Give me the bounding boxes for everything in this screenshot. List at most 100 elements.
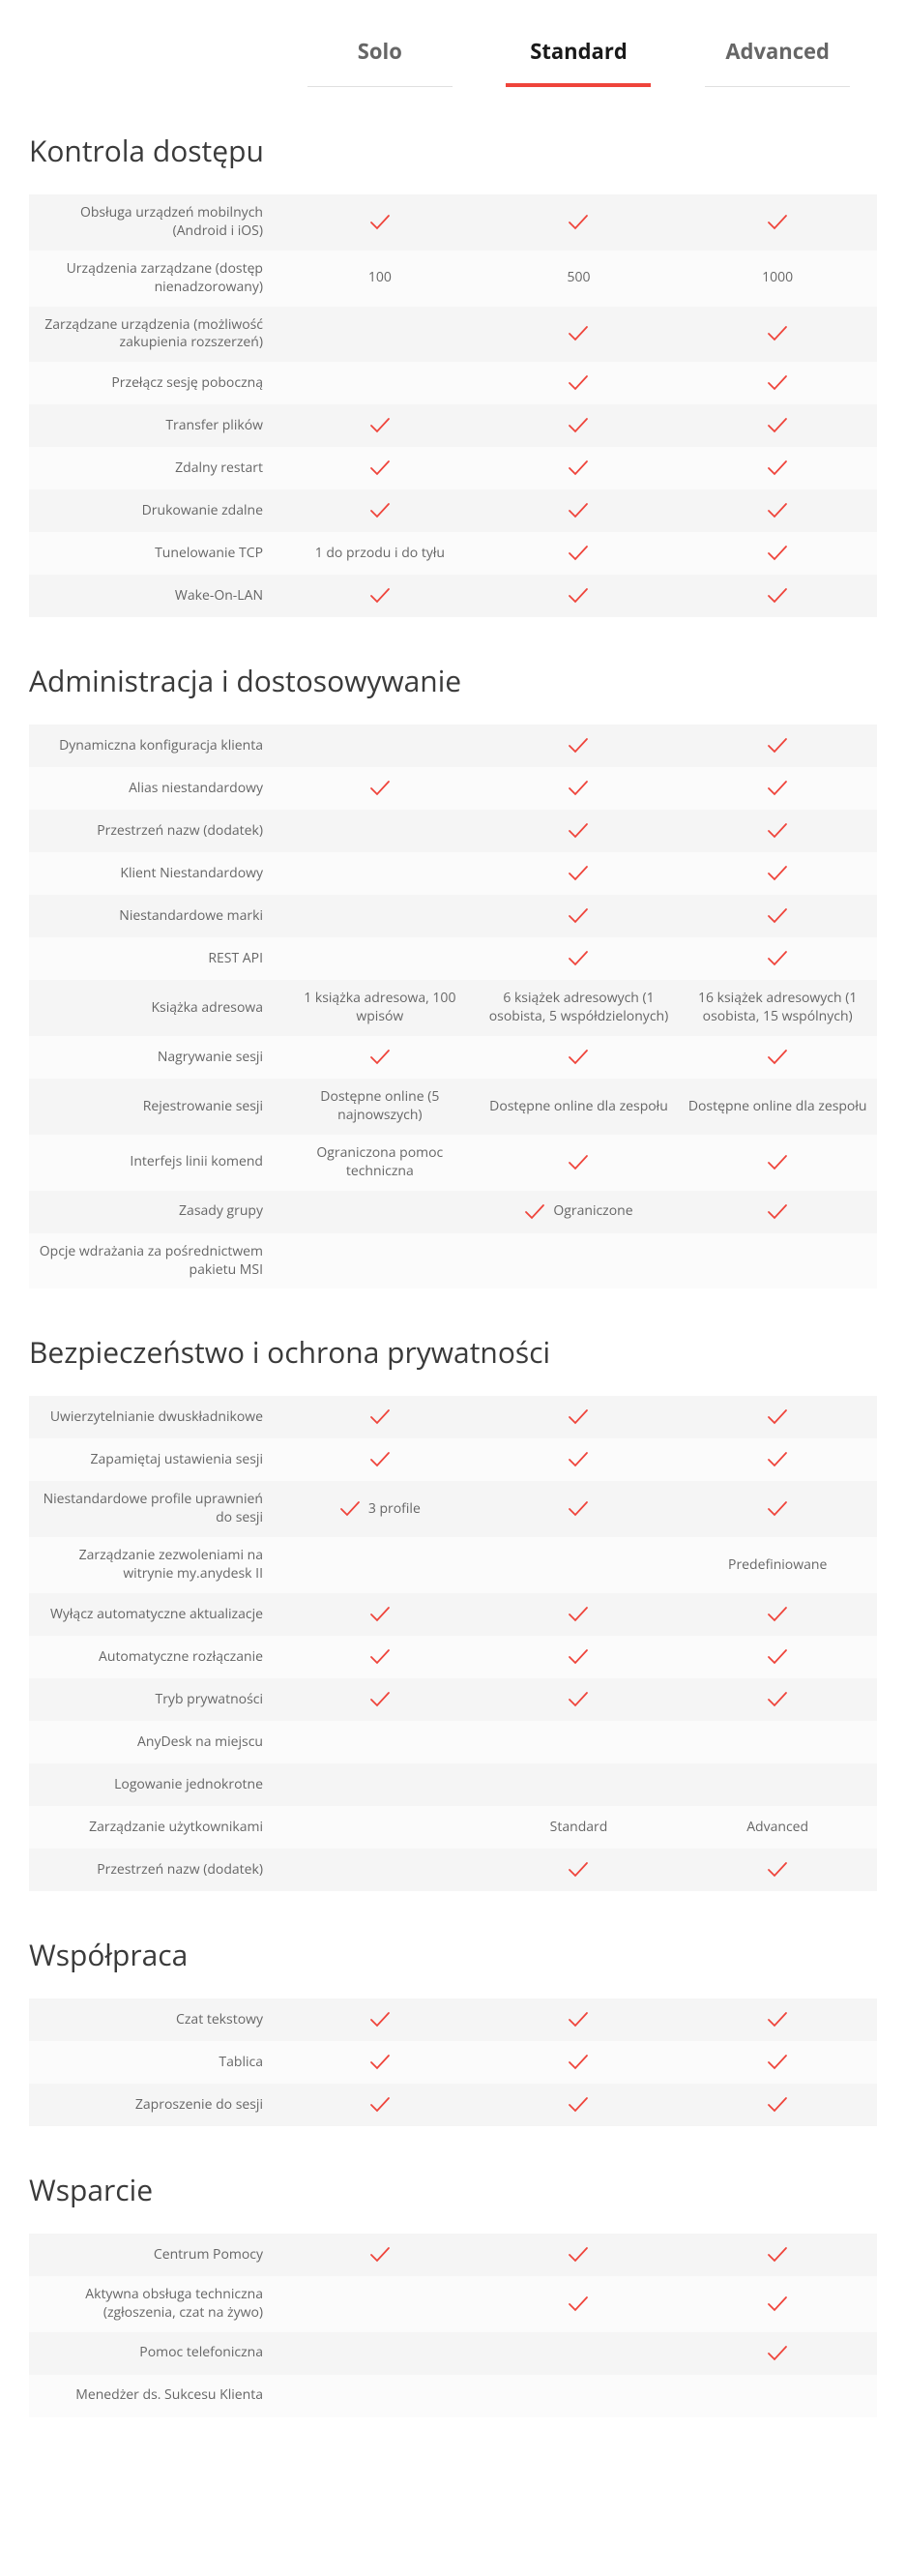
feature-label: Opcje wdrażania za pośrednictwem pakietu… (29, 1233, 280, 1289)
feature-row: Automatyczne rozłączanie (29, 1636, 877, 1678)
check-icon (369, 1691, 391, 1708)
feature-label: Interfejs linii komend (29, 1143, 280, 1181)
check-icon (568, 1408, 589, 1426)
feature-cell (678, 1039, 877, 1076)
check-icon (568, 1451, 589, 1468)
check-icon (369, 2096, 391, 2114)
check-icon (568, 2295, 589, 2313)
check-icon (568, 545, 589, 562)
check-icon (369, 1648, 391, 1666)
feature-cell (280, 2236, 480, 2273)
feature-cell (678, 204, 877, 241)
feature-cell (280, 906, 480, 926)
check-icon (568, 822, 589, 840)
check-icon (369, 1049, 391, 1066)
feature-row: Uwierzytelnianie dwuskładnikowe (29, 1396, 877, 1438)
feature-cell (480, 1252, 679, 1271)
feature-cell-text: 1 książka adresowa, 100 wpisów (286, 990, 474, 1026)
feature-row: Aktywna obsługa techniczna (zgłoszenia, … (29, 2276, 877, 2332)
feature-row: Drukowanie zdalne (29, 489, 877, 532)
feature-label: Zdalny restart (29, 450, 280, 488)
feature-cell (678, 1144, 877, 1181)
section-title: Wsparcie (29, 2170, 877, 2209)
check-icon (767, 374, 788, 392)
feature-cell (280, 492, 480, 529)
feature-cell-text: 1 do przodu i do tyłu (315, 545, 445, 563)
feature-row: Tunelowanie TCP 1 do przodu i do tyłu (29, 532, 877, 575)
feature-label: Alias niestandardowy (29, 770, 280, 808)
feature-cell (280, 1399, 480, 1436)
feature-cell (678, 2386, 877, 2406)
check-icon (767, 2054, 788, 2071)
feature-cell: Dostępne online (5 najnowszych) (280, 1079, 480, 1135)
tab-advanced[interactable]: Advanced (678, 19, 877, 87)
feature-cell (280, 373, 480, 393)
feature-label: Obsługa urządzeń mobilnych (Android i iO… (29, 194, 280, 251)
check-icon (767, 417, 788, 434)
feature-row: Interfejs linii komendOgraniczona pomoc … (29, 1135, 877, 1191)
check-icon (568, 780, 589, 797)
feature-cell (280, 577, 480, 614)
feature-row: Dynamiczna konfiguracja klienta (29, 725, 877, 767)
feature-label: Tablica (29, 2044, 280, 2082)
feature-cell (480, 1596, 679, 1633)
feature-label: Aktywna obsługa techniczna (zgłoszenia, … (29, 2276, 280, 2332)
feature-cell-text: 3 profile (368, 1500, 421, 1519)
feature-cell-text: 1000 (762, 269, 793, 287)
feature-label: Urządzenia zarządzane (dostęp nienadzoro… (29, 251, 280, 307)
feature-cell (678, 2236, 877, 2273)
feature-cell: 1 książka adresowa, 100 wpisów (280, 980, 480, 1036)
feature-row: Transfer plików (29, 404, 877, 447)
feature-label: Zapamiętaj ustawienia sesji (29, 1441, 280, 1479)
feature-row: Pomoc telefoniczna (29, 2332, 877, 2375)
feature-cell: 16 książek adresowych (1 osobista, 15 ws… (678, 980, 877, 1036)
check-icon (767, 907, 788, 925)
feature-row: Przestrzeń nazw (dodatek) (29, 810, 877, 852)
feature-cell (678, 1775, 877, 1794)
feature-cell (678, 855, 877, 892)
tab-standard[interactable]: Standard (480, 19, 679, 87)
check-icon (568, 417, 589, 434)
check-icon (767, 214, 788, 231)
feature-label: Wyłącz automatyczne aktualizacje (29, 1596, 280, 1634)
feature-label: Zarządzanie zezwoleniami na witrynie my.… (29, 1537, 280, 1593)
feature-cell: Ograniczone (480, 1193, 679, 1230)
feature-label: Uwierzytelnianie dwuskładnikowe (29, 1399, 280, 1436)
feature-cell (678, 1596, 877, 1633)
feature-cell (678, 898, 877, 934)
feature-cell-text: Ograniczone (553, 1202, 632, 1221)
feature-cell: 6 książek adresowych (1 osobista, 5 wspó… (480, 980, 679, 1036)
check-icon (568, 1648, 589, 1666)
check-icon (369, 1408, 391, 1426)
check-icon (568, 737, 589, 755)
feature-cell-text: Ograniczona pomoc techniczna (286, 1144, 474, 1181)
feature-row: Centrum Pomocy (29, 2234, 877, 2276)
check-icon (568, 2246, 589, 2264)
check-icon (767, 2096, 788, 2114)
feature-label: Przełącz sesję poboczną (29, 365, 280, 402)
check-icon (568, 1154, 589, 1171)
feature-cell (280, 2001, 480, 2038)
feature-cell: Dostępne online dla zespołu (480, 1088, 679, 1126)
feature-row: Zaproszenie do sesji (29, 2084, 877, 2126)
feature-cell (280, 1732, 480, 1752)
check-icon (568, 2054, 589, 2071)
feature-row: Zdalny restart (29, 447, 877, 489)
feature-row: Zapamiętaj ustawienia sesji (29, 1438, 877, 1481)
feature-cell (678, 1194, 877, 1230)
check-icon (369, 780, 391, 797)
feature-row: Urządzenia zarządzane (dostęp nienadzoro… (29, 251, 877, 307)
feature-cell (280, 864, 480, 883)
feature-label: Tunelowanie TCP (29, 535, 280, 573)
feature-cell (280, 2344, 480, 2363)
check-icon (767, 1154, 788, 1171)
tab-solo[interactable]: Solo (280, 19, 480, 87)
feature-row: AnyDesk na miejscu (29, 1721, 877, 1763)
feature-label: Przestrzeń nazw (dodatek) (29, 1851, 280, 1889)
feature-cell (480, 1039, 679, 1076)
feature-label: Dynamiczna konfiguracja klienta (29, 727, 280, 765)
feature-label: Nagrywanie sesji (29, 1039, 280, 1077)
feature-cell (280, 450, 480, 487)
feature-cell: Predefiniowane (678, 1547, 877, 1584)
feature-cell (678, 2044, 877, 2081)
